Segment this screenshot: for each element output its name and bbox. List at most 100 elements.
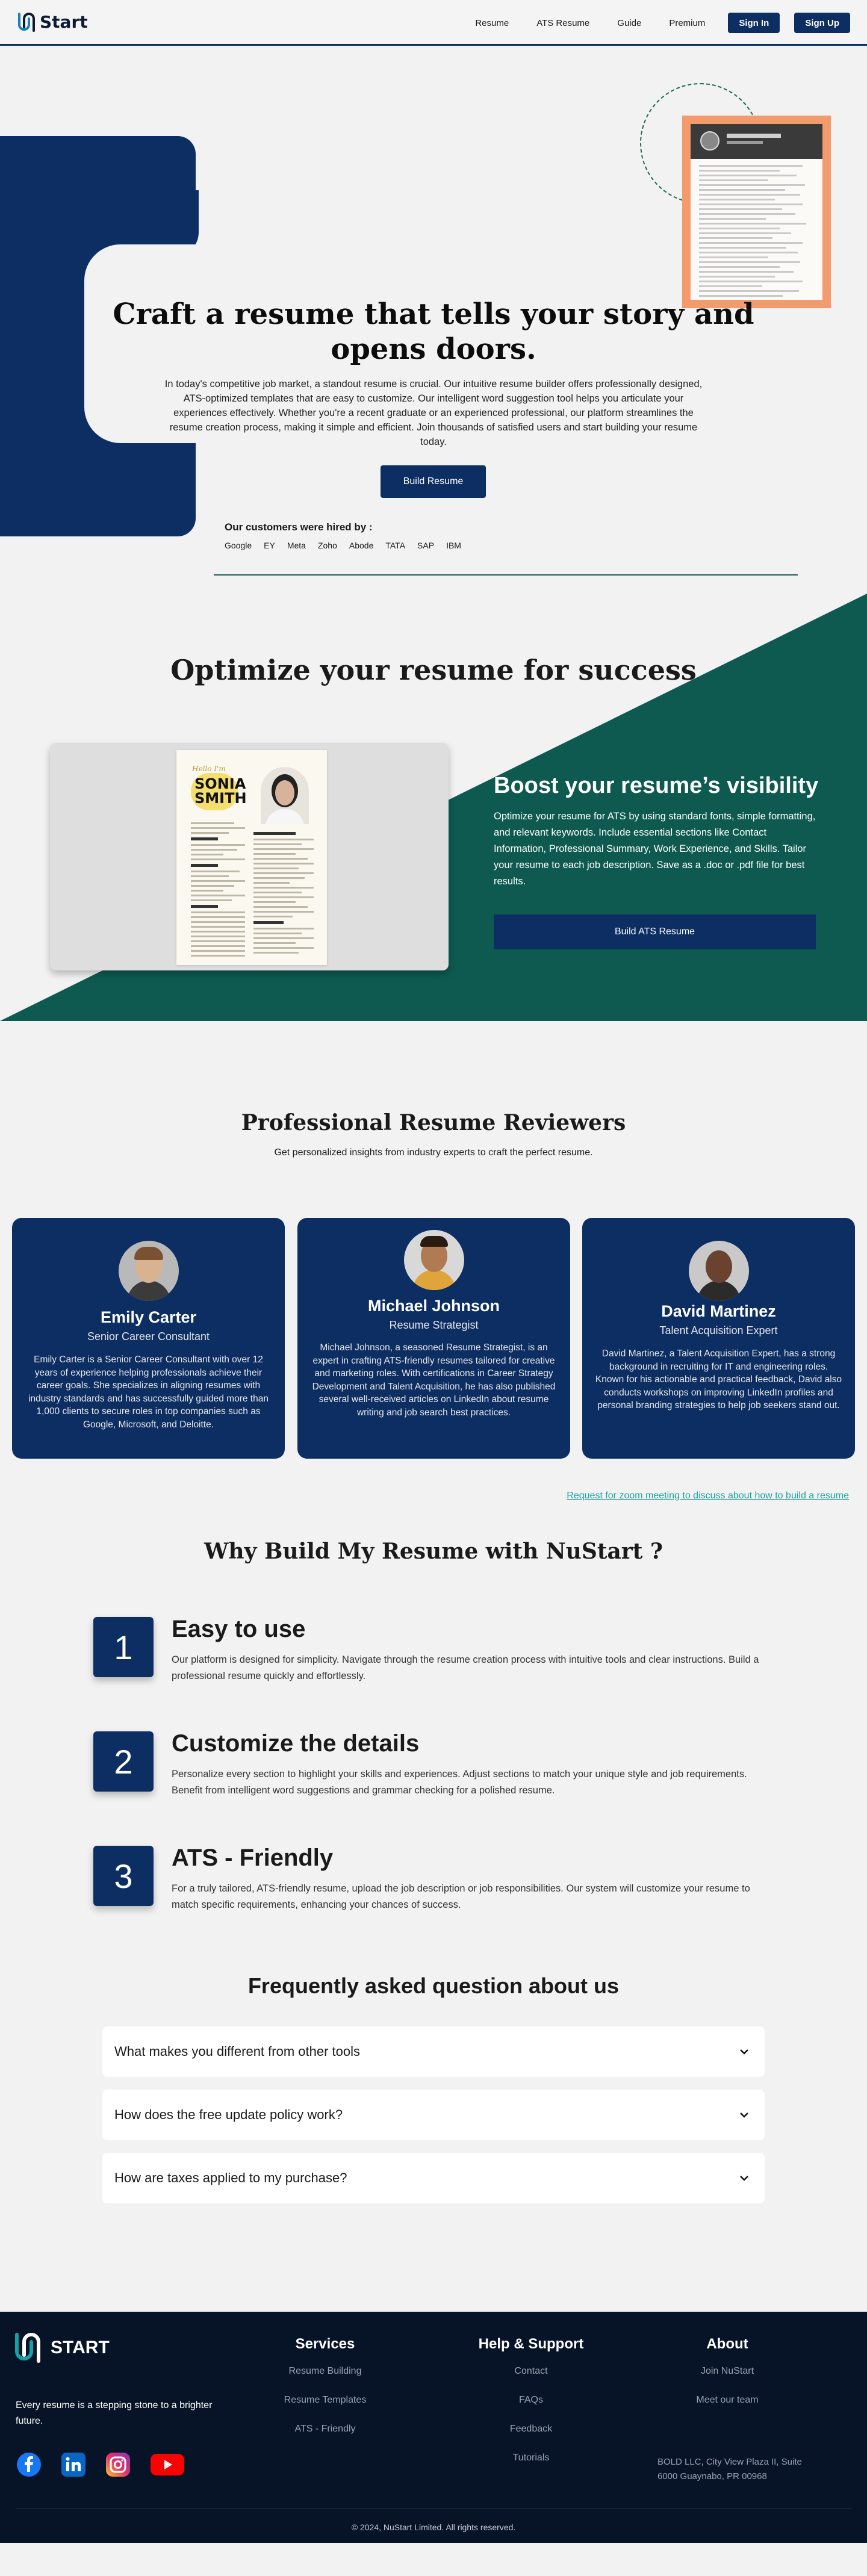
why-item-title: ATS - Friendly — [172, 1845, 334, 1871]
build-resume-button[interactable]: Build Resume — [381, 465, 486, 498]
hero-resume-image — [682, 116, 831, 308]
boost-text: Optimize your resume for ATS by using st… — [494, 811, 816, 887]
faq-item[interactable]: What makes you different from other tool… — [102, 2026, 765, 2077]
chevron-down-icon — [740, 2176, 748, 2181]
avatar — [688, 1241, 749, 1301]
footer-link-join[interactable]: Join NuStart — [637, 2366, 818, 2377]
why-title: Why Build My Resume with NuStart ? — [204, 1539, 663, 1564]
optimize-title: Optimize your resume for success — [170, 654, 697, 686]
nav-link-guide[interactable]: Guide — [617, 18, 641, 28]
reviewer-bio: David Martinez, a Talent Acquisition Exp… — [595, 1349, 842, 1411]
logo-icon — [14, 10, 39, 34]
linkedin-icon[interactable] — [60, 2451, 87, 2478]
footer-link-feedback[interactable]: Feedback — [441, 2424, 621, 2435]
company-google: Google — [225, 541, 252, 550]
company-zoho: Zoho — [317, 541, 337, 550]
sign-up-button[interactable]: Sign Up — [794, 13, 850, 33]
why-item-text: For a truly tailored, ATS-friendly resum… — [172, 1883, 750, 1910]
faq-item[interactable]: How are taxes applied to my purchase? — [102, 2153, 765, 2203]
nav-link-resume[interactable]: Resume — [475, 18, 509, 28]
build-ats-resume-button[interactable]: Build ATS Resume — [494, 914, 816, 949]
reviewer-role: Talent Acquisition Expert — [659, 1324, 778, 1336]
logo-text: Start — [40, 12, 88, 32]
nav-link-ats-resume[interactable]: ATS Resume — [536, 18, 589, 28]
faq-question: How does the free update policy work? — [114, 2107, 343, 2122]
company-sap: SAP — [417, 541, 435, 550]
nav-links: Resume ATS Resume Guide Premium Sign In … — [475, 0, 850, 46]
why-item-text: Our platform is designed for simplicity.… — [172, 1654, 759, 1681]
optimize-section: Optimize your resume for success Hello I… — [0, 594, 867, 1021]
why-section: Why Build My Resume with NuStart ? 1 Eas… — [0, 1527, 867, 1942]
faq-question: What makes you different from other tool… — [114, 2044, 360, 2059]
reviewer-name: David Martinez — [661, 1302, 776, 1320]
reviewer-role: Resume Strategist — [389, 1319, 479, 1331]
instagram-icon[interactable] — [105, 2451, 131, 2478]
faq-section: Frequently asked question about us What … — [0, 1942, 867, 2291]
zoom-meeting-link[interactable]: Request for zoom meeting to discuss abou… — [567, 1491, 849, 1501]
footer-services: Services Resume Building Resume Template… — [235, 2336, 415, 2453]
footer: START Every resume is a stepping stone t… — [0, 2312, 867, 2543]
company-ey: EY — [264, 541, 275, 550]
footer-link-resume-templates[interactable]: Resume Templates — [235, 2395, 415, 2406]
step-number: 3 — [93, 1846, 154, 1906]
footer-tagline: Every resume is a stepping stone to a br… — [16, 2400, 213, 2426]
footer-link-tutorials[interactable]: Tutorials — [441, 2453, 621, 2463]
social-links — [16, 2451, 185, 2478]
company-tata: TATA — [385, 541, 406, 550]
footer-address: BOLD LLC, City View Plaza II, Suite 6000… — [657, 2457, 802, 2481]
resume-preview-card: Hello I'm SONIA SMITH — [50, 743, 449, 970]
avatar — [118, 1241, 179, 1301]
why-item-title: Customize the details — [172, 1730, 420, 1757]
hero-description: In today's competitive job market, a sta… — [164, 379, 703, 447]
footer-logo[interactable]: START — [12, 2330, 110, 2366]
reviewers-title: Professional Resume Reviewers — [241, 1110, 626, 1135]
why-item-text: Personalize every section to highlight y… — [172, 1769, 747, 1796]
boost-title: Boost your resume’s visibility — [494, 773, 819, 798]
company-meta: Meta — [287, 541, 306, 550]
reviewers-subtitle: Get personalized insights from industry … — [274, 1147, 593, 1158]
faq-question: How are taxes applied to my purchase? — [114, 2170, 347, 2185]
reviewer-card: Michael Johnson Resume Strategist Michae… — [297, 1218, 570, 1459]
chevron-down-icon — [740, 2112, 748, 2118]
reviewer-role: Senior Career Consultant — [87, 1330, 210, 1342]
reviewer-name: Emily Carter — [100, 1308, 197, 1326]
reviewer-card: David Martinez Talent Acquisition Expert… — [582, 1218, 855, 1459]
company-abode: Abode — [349, 541, 374, 550]
reviewer-bio: Michael Johnson, a seasoned Resume Strat… — [312, 1342, 556, 1418]
faq-title: Frequently asked question about us — [247, 1973, 620, 1998]
logo-icon — [15, 2333, 40, 2363]
footer-services-title: Services — [295, 2336, 355, 2352]
youtube-icon[interactable] — [149, 2451, 185, 2478]
avatar — [403, 1230, 464, 1290]
footer-about-title: About — [706, 2336, 748, 2352]
footer-help-title: Help & Support — [478, 2336, 584, 2352]
chevron-down-icon — [740, 2049, 748, 2055]
cv-first-name: SONIA — [194, 775, 246, 792]
why-item-title: Easy to use — [172, 1616, 306, 1642]
sign-in-button[interactable]: Sign In — [728, 13, 780, 33]
boost-block: Boost your resume’s visibility Optimize … — [494, 773, 819, 890]
hero-title: Craft a resume that tells your story and… — [113, 297, 754, 366]
faq-item[interactable]: How does the free update policy work? — [102, 2090, 765, 2140]
footer-link-ats-friendly[interactable]: ATS - Friendly — [235, 2424, 415, 2435]
footer-link-faqs[interactable]: FAQs — [441, 2395, 621, 2406]
step-number: 1 — [93, 1617, 154, 1677]
facebook-icon[interactable] — [16, 2451, 42, 2478]
hero-section: Craft a resume that tells your story and… — [0, 46, 867, 576]
resume-preview-image: Hello I'm SONIA SMITH — [176, 750, 327, 965]
reviewers-section: Professional Resume Reviewers Get person… — [0, 1021, 867, 1533]
footer-link-resume-building[interactable]: Resume Building — [235, 2366, 415, 2377]
cv-hello: Hello I'm — [192, 765, 226, 773]
step-number: 2 — [93, 1731, 154, 1792]
footer-logo-text: START — [51, 2338, 110, 2357]
footer-link-contact[interactable]: Contact — [441, 2366, 621, 2377]
nav-link-premium[interactable]: Premium — [669, 18, 705, 28]
reviewer-bio: Emily Carter is a Senior Career Consulta… — [28, 1355, 269, 1430]
logo[interactable]: Start — [14, 10, 88, 34]
cv-last-name: SMITH — [194, 790, 247, 807]
company-ibm: IBM — [446, 541, 461, 550]
reviewer-card: Emily Carter Senior Career Consultant Em… — [12, 1218, 285, 1459]
footer-link-team[interactable]: Meet our team — [637, 2395, 818, 2406]
hired-by-title: Our customers were hired by : — [225, 521, 373, 533]
footer-copyright: © 2024, NuStart Limited. All rights rese… — [351, 2522, 516, 2532]
